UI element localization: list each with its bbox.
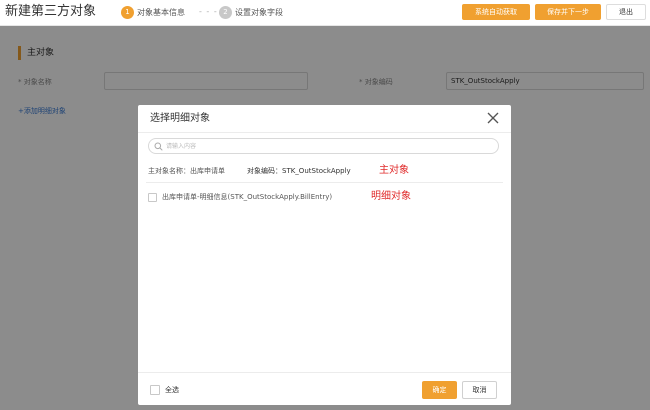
close-icon[interactable] — [485, 110, 501, 126]
select-all-checkbox[interactable] — [150, 385, 160, 395]
save-next-button[interactable]: 保存并下一步 — [535, 4, 601, 20]
detail-object-item[interactable]: 出库申请单-明细信息(STK_OutStockApply.BillEntry) — [148, 192, 332, 202]
step-number: 2 — [219, 5, 232, 19]
select-all[interactable]: 全选 — [150, 385, 179, 395]
page-header: 新建第三方对象 1 对象基本信息 - - - 2 设置对象字段 系统自动获取 保… — [0, 0, 650, 26]
search-box[interactable] — [148, 138, 499, 154]
step-basic-info[interactable]: 1 对象基本信息 — [121, 5, 185, 19]
dialog-title: 选择明细对象 — [150, 113, 210, 124]
detail-object-label: 出库申请单-明细信息(STK_OutStockApply.BillEntry) — [162, 193, 333, 201]
select-detail-object-dialog: 选择明细对象 主对象名称：出库申请单 对象编码：STK_OutStockAppl… — [138, 105, 511, 405]
step-label: 设置对象字段 — [235, 7, 283, 17]
page-title: 新建第三方对象 — [5, 4, 97, 19]
main-object-name: 主对象名称：出库申请单 — [148, 167, 225, 175]
step-number: 1 — [121, 5, 134, 19]
auto-fetch-button[interactable]: 系统自动获取 — [462, 4, 530, 20]
confirm-button[interactable]: 确定 — [422, 381, 457, 399]
search-icon — [154, 142, 163, 151]
step-label: 对象基本信息 — [137, 7, 185, 17]
divider — [146, 182, 503, 183]
search-input[interactable] — [166, 140, 491, 152]
annotation-main-object: 主对象 — [379, 165, 409, 176]
select-all-label: 全选 — [165, 386, 179, 394]
dialog-footer: 全选 确定 取消 — [138, 372, 511, 405]
step-set-fields[interactable]: 2 设置对象字段 — [219, 5, 283, 19]
dialog-header: 选择明细对象 — [138, 105, 511, 133]
detail-object-checkbox[interactable] — [148, 192, 157, 202]
step-separator: - - - — [199, 7, 218, 16]
cancel-button[interactable]: 取消 — [462, 381, 497, 399]
main-object-code: 对象编码：STK_OutStockApply — [247, 167, 351, 175]
annotation-detail-object: 明细对象 — [371, 191, 411, 202]
exit-button[interactable]: 退出 — [606, 4, 646, 20]
